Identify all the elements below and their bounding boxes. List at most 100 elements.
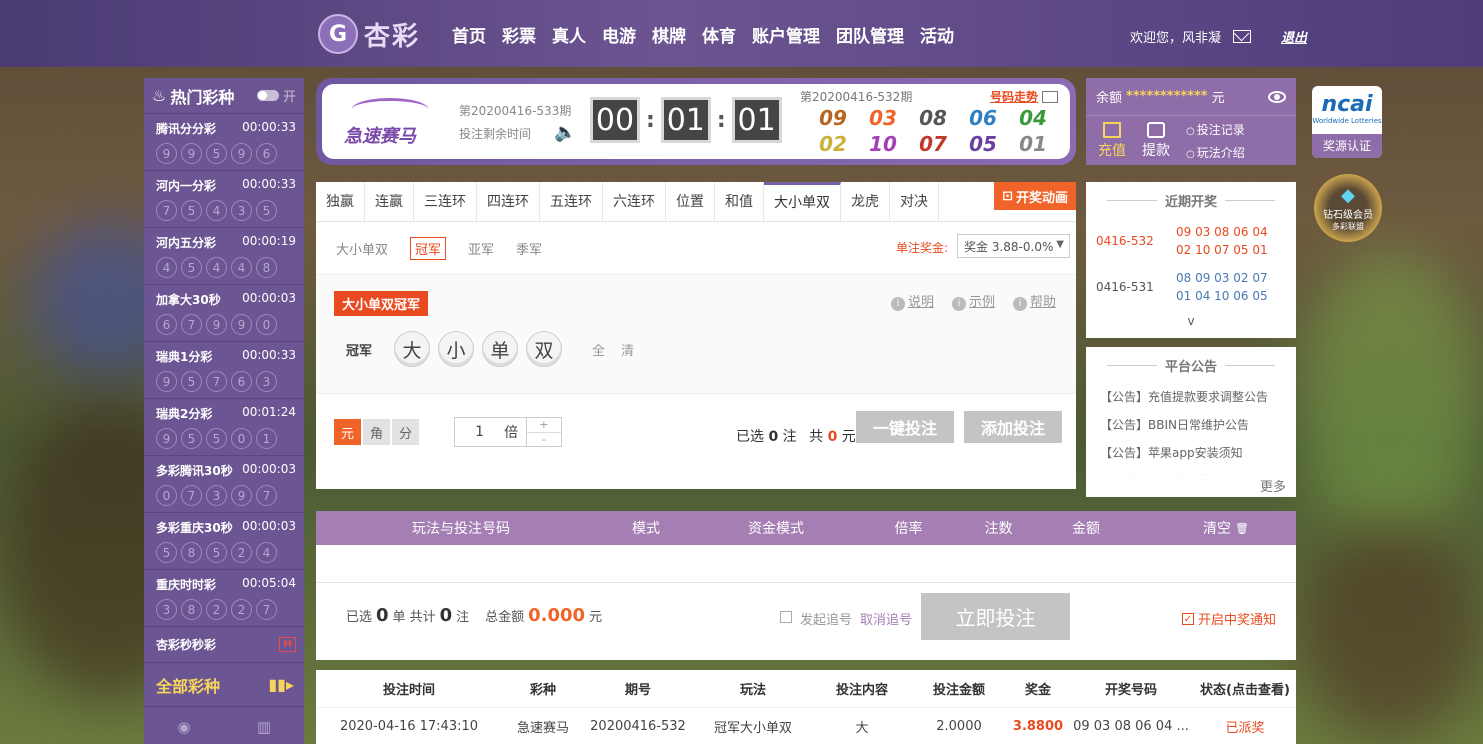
choice-even[interactable]: 双 (526, 331, 563, 367)
sidebar-lottery-item[interactable]: 腾讯分分彩 00:00:33 99596 (144, 114, 304, 171)
speaker-icon[interactable]: 🔈 (554, 122, 576, 143)
tab-play[interactable]: 五连环 (540, 182, 603, 221)
announcement-item[interactable]: 【公告】BBIN日常维护公告 (1100, 411, 1282, 439)
deposit-button[interactable]: 充值 (1098, 121, 1126, 160)
announcement-item[interactable]: 【公告】苹果app安装须知 (1100, 439, 1282, 467)
play-intro-link[interactable]: 玩法介绍 (1186, 144, 1245, 161)
unit-yuan[interactable]: 元 (334, 419, 361, 445)
tab-play[interactable]: 位置 (666, 182, 715, 221)
withdraw-button[interactable]: 提款 (1142, 121, 1170, 160)
draw-animation-button[interactable]: ⊡ 开奖动画 (994, 182, 1076, 210)
result-ball: 9 (231, 143, 252, 164)
submit-bet-button[interactable]: 立即投注 (921, 593, 1070, 640)
mail-icon[interactable] (1233, 30, 1252, 43)
quick-bet-button[interactable]: 一键投注 (856, 411, 954, 443)
select-all-button[interactable]: 全 (592, 340, 605, 359)
explain-link[interactable]: 说明 (891, 291, 934, 311)
tab-play[interactable]: 连赢 (365, 182, 414, 221)
sidebar-lottery-item[interactable]: 多彩重庆30秒 00:00:03 58524 (144, 513, 304, 570)
tab-play[interactable]: 六连环 (603, 182, 666, 221)
trend-link[interactable]: 号码走势 (990, 88, 1059, 105)
tab-play[interactable]: 四连环 (477, 182, 540, 221)
certification-badge[interactable]: ncai Worldwide Lotteries 奖源认证 (1312, 86, 1382, 158)
bet-record-link[interactable]: 投注记录 (1186, 121, 1245, 138)
help-link[interactable]: 帮助 (1013, 291, 1056, 311)
clear-button[interactable]: 清 (621, 340, 634, 359)
more-link[interactable]: 更多 (1260, 476, 1286, 495)
col-fund-mode: 资金模式 (748, 521, 804, 537)
announcement-item[interactable]: 【公告】PT维护公告 (1100, 467, 1282, 475)
logo-text: 杏彩 (364, 21, 421, 52)
sidebar-lottery-item[interactable]: 瑞典2分彩 00:01:24 95501 (144, 399, 304, 456)
logout-link[interactable]: 退出 (1281, 27, 1307, 46)
sidebar-lottery-item[interactable]: 多彩腾讯30秒 00:00:03 07397 (144, 456, 304, 513)
clear-cart-button[interactable]: 清空 🗑 (1126, 511, 1326, 545)
eye-icon[interactable]: ◉ (144, 707, 224, 744)
minus-icon[interactable]: - (526, 431, 561, 447)
unit-fen[interactable]: 分 (392, 419, 419, 445)
tab-play[interactable]: 龙虎 (841, 182, 890, 221)
nav-home[interactable]: 首页 (452, 22, 486, 47)
choice-odd[interactable]: 单 (482, 331, 519, 367)
announcement-item[interactable]: 【公告】充值提款要求调整公告 (1100, 383, 1282, 411)
multiplier-stepper[interactable]: 1 倍 + - (454, 417, 562, 447)
draw-issue: 0416-531 (1096, 280, 1154, 294)
countdown-minutes: 01 (660, 97, 711, 143)
unit-jiao[interactable]: 角 (363, 419, 390, 445)
prize-select[interactable]: 奖金 3.88-0.0% ▼ (957, 234, 1070, 258)
tab-play[interactable]: 大小单双 (764, 182, 841, 221)
history-header: 投注时间 彩种 期号 玩法 投注内容 投注金额 奖金 开奖号码 状态(点击查看) (316, 670, 1296, 707)
total-amount: 0.000 (528, 605, 586, 626)
sidebar-item-xingcai-ssc[interactable]: 杏彩秒秒彩 H (144, 627, 304, 663)
table-cell[interactable]: 已派奖 (1194, 708, 1296, 744)
expand-icon[interactable]: v (1086, 314, 1296, 328)
choice-small[interactable]: 小 (438, 331, 475, 367)
toggle-label: 开 (282, 90, 296, 105)
result-ball: 3 (206, 485, 227, 506)
result-ball: 5 (181, 257, 202, 278)
multiplier-value[interactable]: 1 (455, 424, 504, 440)
colon: : (646, 107, 655, 133)
sidebar-lottery-item[interactable]: 加拿大30秒 00:00:03 67990 (144, 285, 304, 342)
sidebar-lottery-item[interactable]: 瑞典1分彩 00:00:33 95763 (144, 342, 304, 399)
all-lotteries-button[interactable]: 全部彩种 ▮▮▸ (144, 663, 304, 707)
tab-play[interactable]: 对决 (890, 182, 939, 221)
hot-toggle[interactable] (256, 90, 279, 101)
tab-play[interactable]: 和值 (715, 182, 764, 221)
nav-lottery[interactable]: 彩票 (502, 22, 536, 47)
lottery-name: 瑞典2分彩 (156, 407, 213, 421)
example-link[interactable]: 示例 (952, 291, 995, 311)
nav-live[interactable]: 真人 (552, 22, 586, 47)
nav-slots[interactable]: 电游 (602, 22, 636, 47)
choice-big[interactable]: 大 (394, 331, 431, 367)
brand-logo[interactable]: G 杏彩 (318, 14, 420, 54)
tab-play[interactable]: 独赢 (316, 182, 365, 221)
chase-checkbox[interactable] (780, 610, 792, 627)
eye-icon[interactable] (1268, 91, 1286, 103)
tab-play[interactable]: 三连环 (414, 182, 477, 221)
chase-label: 发起追号 (800, 613, 853, 628)
subtab-play[interactable]: 大小单双 (336, 239, 388, 258)
cancel-chase-link[interactable]: 取消追号 (860, 609, 912, 628)
nav-account[interactable]: 账户管理 (752, 22, 820, 47)
subtab-play[interactable]: 亚军 (468, 239, 494, 258)
plus-icon[interactable]: + (527, 418, 561, 432)
clear-cart-label: 清空 (1203, 521, 1232, 537)
subtab-play[interactable]: 季军 (516, 239, 542, 258)
sidebar-lottery-item[interactable]: 重庆时时彩 00:05:04 38227 (144, 570, 304, 627)
add-bet-button[interactable]: 添加投注 (964, 411, 1062, 443)
sidebar-lottery-item[interactable]: 河内一分彩 00:00:33 75435 (144, 171, 304, 228)
recent-draws-box: 近期开奖 0416-532 09 03 08 06 04 02 10 07 05… (1086, 182, 1296, 338)
nav-events[interactable]: 活动 (920, 22, 954, 47)
win-notify-toggle[interactable]: ✓ 开启中奖通知 (1181, 609, 1276, 628)
sidebar-lottery-item[interactable]: 河内五分彩 00:00:19 45448 (144, 228, 304, 285)
table-row[interactable]: 2020-04-16 17:43:10 急速赛马 20200416-532 冠军大小单… (316, 707, 1296, 744)
result-ball: 4 (256, 542, 277, 563)
nav-team[interactable]: 团队管理 (836, 22, 904, 47)
nav-sports[interactable]: 体育 (702, 22, 736, 47)
nav-cards[interactable]: 棋牌 (652, 22, 686, 47)
game-name: 急速赛马 (344, 126, 416, 147)
subtab-play[interactable]: 冠军 (410, 236, 447, 260)
trash-icon[interactable]: ▥ (224, 707, 304, 744)
cart-body (316, 545, 1296, 583)
